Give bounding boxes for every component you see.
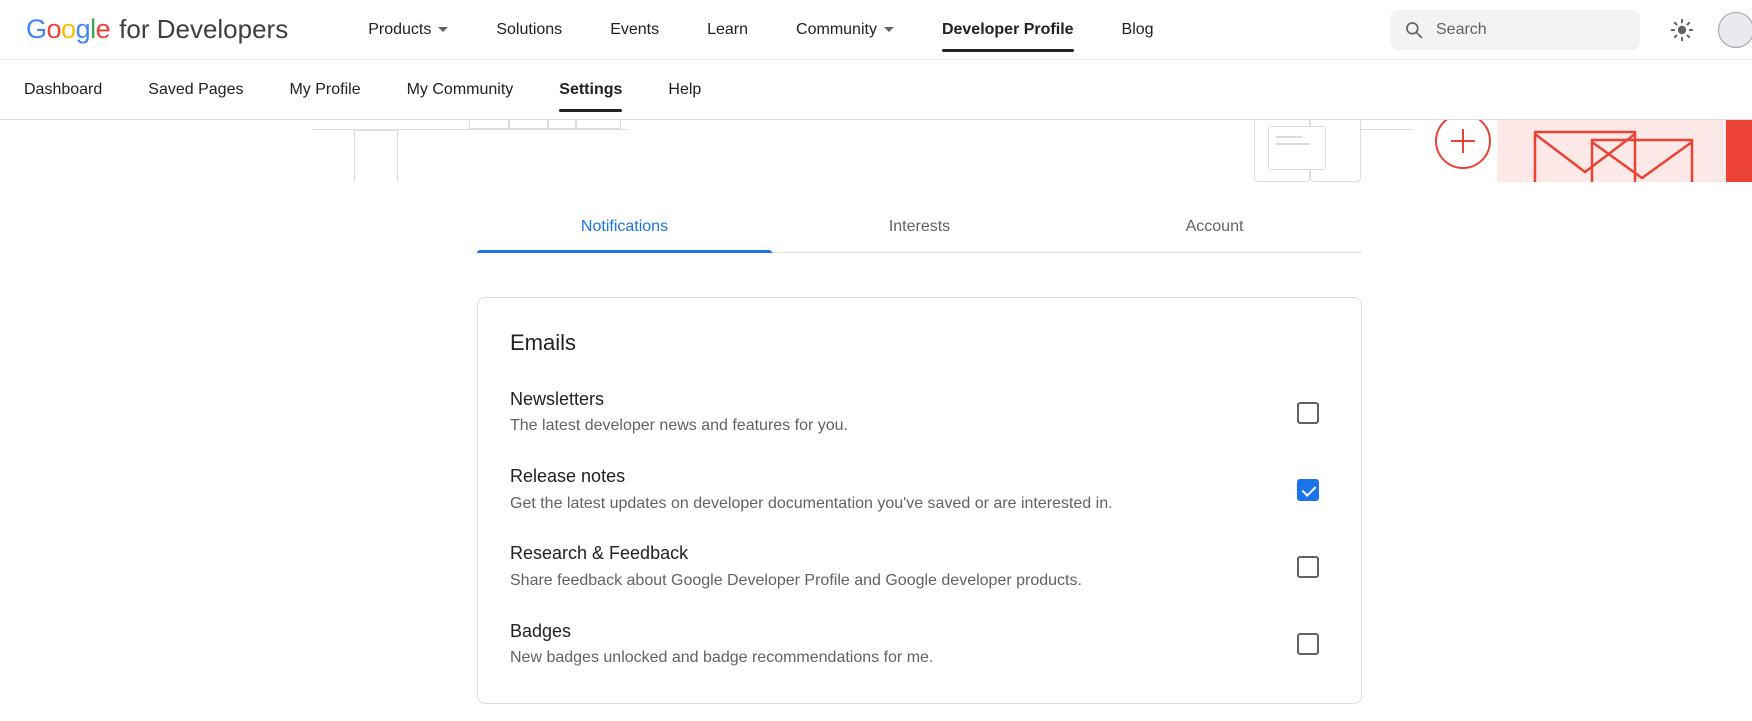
badges-checkbox[interactable] <box>1297 633 1319 655</box>
nav-events[interactable]: Events <box>610 0 659 59</box>
pref-label: Badges <box>510 620 1267 643</box>
search-input[interactable] <box>1436 21 1616 39</box>
emails-card: Emails Newsletters The latest developer … <box>477 297 1362 704</box>
page: Google for Developers Products Solutions… <box>0 0 1752 704</box>
pref-text: Newsletters The latest developer news an… <box>510 388 1297 437</box>
secondary-nav: Dashboard Saved Pages My Profile My Comm… <box>0 60 1752 120</box>
decorative-line <box>1276 136 1302 138</box>
nav-products[interactable]: Products <box>368 0 448 59</box>
pref-label: Research & Feedback <box>510 542 1267 565</box>
pref-row-release-notes: Release notes Get the latest updates on … <box>510 465 1329 514</box>
settings-content: Notifications Interests Account Emails N… <box>477 204 1362 704</box>
subnav-settings-label: Settings <box>559 81 622 99</box>
header-actions <box>1390 10 1726 50</box>
envelope-illustration <box>1497 120 1726 182</box>
pref-description: Get the latest updates on developer docu… <box>510 494 1267 515</box>
pref-description: The latest developer news and features f… <box>510 416 1267 437</box>
search-box[interactable] <box>1390 10 1640 50</box>
pref-text: Badges New badges unlocked and badge rec… <box>510 620 1297 669</box>
primary-nav: Products Solutions Events Learn Communit… <box>368 0 1153 59</box>
release-notes-checkbox[interactable] <box>1297 479 1319 501</box>
pref-description: Share feedback about Google Developer Pr… <box>510 571 1267 592</box>
logo-suffix: for Developers <box>119 14 288 45</box>
pref-row-newsletters: Newsletters The latest developer news an… <box>510 388 1329 437</box>
decorative-box <box>469 120 509 129</box>
brightness-toggle-button[interactable] <box>1670 18 1694 42</box>
subnav-my-profile-label: My Profile <box>289 81 360 99</box>
nav-learn[interactable]: Learn <box>707 0 748 59</box>
nav-developer-profile[interactable]: Developer Profile <box>942 0 1074 59</box>
nav-learn-label: Learn <box>707 21 748 39</box>
top-header: Google for Developers Products Solutions… <box>0 0 1752 60</box>
brightness-icon <box>1670 18 1694 42</box>
subnav-saved-pages-label: Saved Pages <box>148 81 243 99</box>
tab-account-label: Account <box>1186 218 1244 235</box>
subnav-dashboard-label: Dashboard <box>24 81 102 99</box>
tab-interests-label: Interests <box>889 218 950 235</box>
decorative-line <box>1361 129 1413 130</box>
subnav-dashboard[interactable]: Dashboard <box>24 60 102 119</box>
nav-blog-label: Blog <box>1122 21 1154 39</box>
decorative-box <box>548 120 576 129</box>
decorative-red-stripe <box>1726 120 1752 182</box>
nav-events-label: Events <box>610 21 659 39</box>
nav-solutions[interactable]: Solutions <box>496 0 562 59</box>
subnav-help[interactable]: Help <box>668 60 701 119</box>
avatar[interactable] <box>1718 12 1752 48</box>
chevron-down-icon <box>884 27 894 32</box>
subnav-help-label: Help <box>668 81 701 99</box>
nav-community[interactable]: Community <box>796 0 894 59</box>
tab-account[interactable]: Account <box>1067 204 1362 252</box>
subnav-saved-pages[interactable]: Saved Pages <box>148 60 243 119</box>
pref-text: Research & Feedback Share feedback about… <box>510 542 1297 591</box>
subnav-settings[interactable]: Settings <box>559 60 622 119</box>
tab-interests[interactable]: Interests <box>772 204 1067 252</box>
tab-notifications-label: Notifications <box>581 218 668 235</box>
newsletters-checkbox[interactable] <box>1297 402 1319 424</box>
decorative-line <box>1276 143 1310 145</box>
envelopes-icon <box>1497 120 1726 182</box>
pref-text: Release notes Get the latest updates on … <box>510 465 1297 514</box>
nav-community-label: Community <box>796 21 877 39</box>
card-title: Emails <box>510 330 1329 356</box>
decorative-document-icon <box>1268 126 1326 170</box>
banner-illustration <box>0 120 1752 182</box>
add-circle-icon <box>1435 120 1491 169</box>
chevron-down-icon <box>438 27 448 32</box>
nav-developer-profile-label: Developer Profile <box>942 21 1074 39</box>
subnav-my-community[interactable]: My Community <box>407 60 514 119</box>
decorative-box <box>576 120 621 129</box>
nav-blog[interactable]: Blog <box>1122 0 1154 59</box>
subnav-my-profile[interactable]: My Profile <box>289 60 360 119</box>
logo[interactable]: Google for Developers <box>26 14 288 45</box>
decorative-box <box>509 120 548 129</box>
decorative-box <box>354 130 398 182</box>
nav-products-label: Products <box>368 21 431 39</box>
pref-label: Newsletters <box>510 388 1267 411</box>
pref-row-badges: Badges New badges unlocked and badge rec… <box>510 620 1329 669</box>
tab-notifications[interactable]: Notifications <box>477 204 772 252</box>
settings-tab-bar: Notifications Interests Account <box>477 204 1362 253</box>
pref-label: Release notes <box>510 465 1267 488</box>
google-logo: Google <box>26 14 110 45</box>
search-icon <box>1404 20 1424 40</box>
research-feedback-checkbox[interactable] <box>1297 556 1319 578</box>
pref-row-research-feedback: Research & Feedback Share feedback about… <box>510 542 1329 591</box>
pref-description: New badges unlocked and badge recommenda… <box>510 648 1267 669</box>
subnav-my-community-label: My Community <box>407 81 514 99</box>
nav-solutions-label: Solutions <box>496 21 562 39</box>
